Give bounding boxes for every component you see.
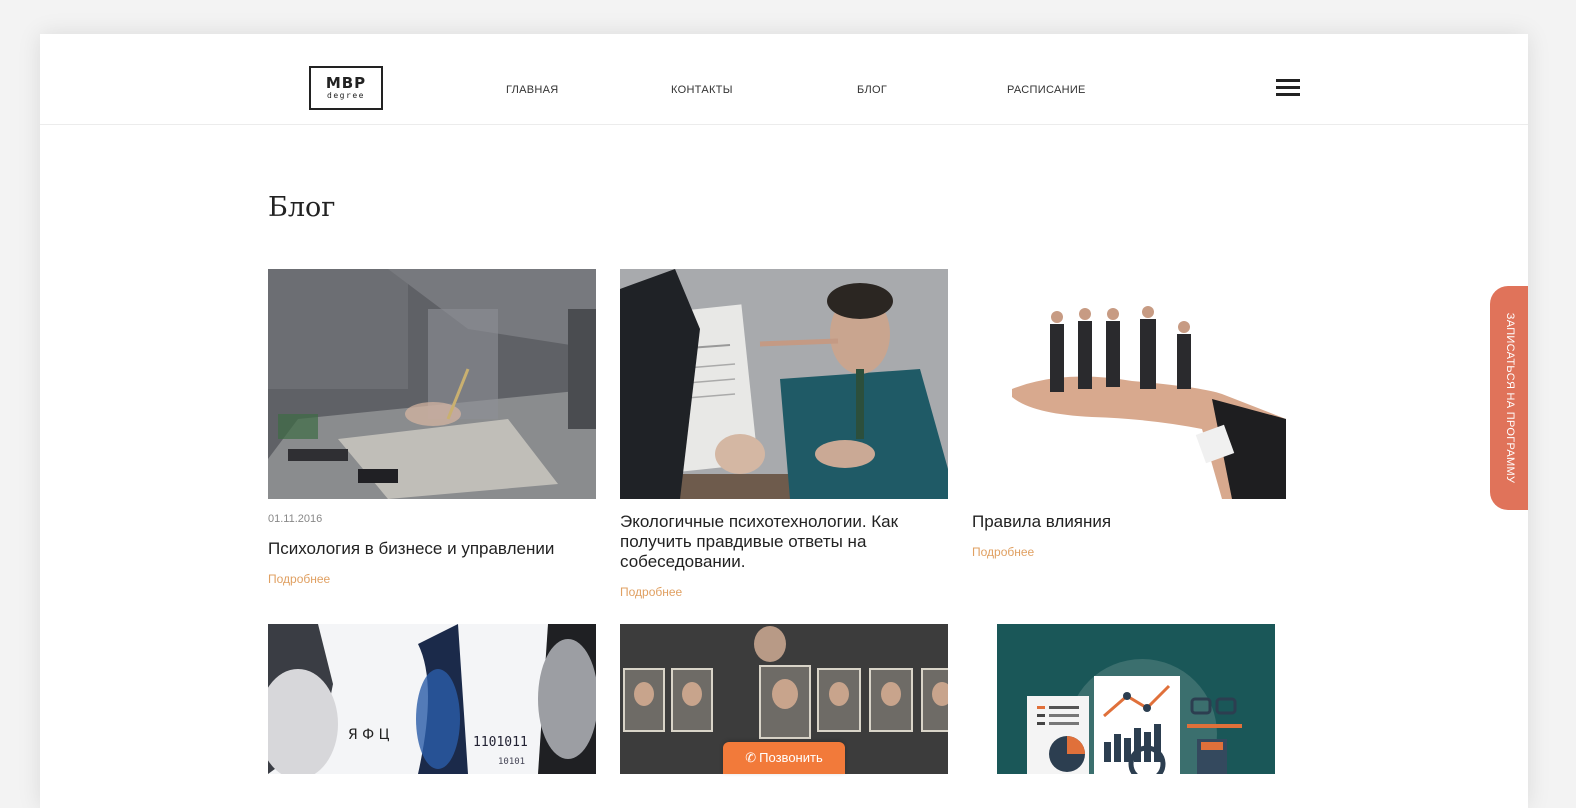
signup-side-tab-label: ЗАПИСАТЬСЯ НА ПРОГРАММУ [1504,312,1516,484]
page-title: Блог [268,192,336,223]
site-logo[interactable]: MBP degree [309,66,383,110]
post-more-link[interactable]: Подробнее [268,572,330,586]
svg-text:10101: 10101 [498,757,525,767]
page-frame: MBP degree ГЛАВНАЯ КОНТАКТЫ БЛОГ РАСПИСА… [40,34,1528,808]
post-date: 01.11.2016 [268,513,323,525]
nav-item-contacts[interactable]: КОНТАКТЫ [671,84,733,96]
post-image-interview[interactable] [620,269,948,499]
post-more-link[interactable]: Подробнее [972,545,1034,559]
hamburger-menu-icon[interactable] [1276,79,1300,97]
site-header: MBP degree ГЛАВНАЯ КОНТАКТЫ БЛОГ РАСПИСА… [40,34,1528,125]
nav-item-blog[interactable]: БЛОГ [857,84,887,96]
logo-main-text: MBP [325,74,367,92]
nav-item-home[interactable]: ГЛАВНАЯ [506,84,559,96]
phone-icon: ✆ [745,750,757,765]
logo-sub-text: degree [327,91,365,100]
post-image-desk[interactable] [268,269,596,499]
svg-text:1101011: 1101011 [473,735,528,750]
post-title[interactable]: Психология в бизнесе и управлении [268,539,596,559]
post-title[interactable]: Экологичные психотехнологии. Как получит… [620,512,940,572]
post-image-analytics[interactable] [997,624,1275,774]
post-image-communication[interactable]: 1101011 10101 Я Ф Ц [268,624,596,774]
call-button[interactable]: ✆ Позвонить [723,742,845,774]
nav-item-schedule[interactable]: РАСПИСАНИЕ [1007,84,1086,96]
call-button-label: Позвонить [759,750,823,765]
post-image-influence[interactable] [972,269,1286,499]
signup-side-tab[interactable]: ЗАПИСАТЬСЯ НА ПРОГРАММУ [1490,286,1528,510]
svg-text:Я Ф Ц: Я Ф Ц [348,727,390,743]
post-title[interactable]: Правила влияния [972,512,1286,532]
post-more-link[interactable]: Подробнее [620,585,682,599]
